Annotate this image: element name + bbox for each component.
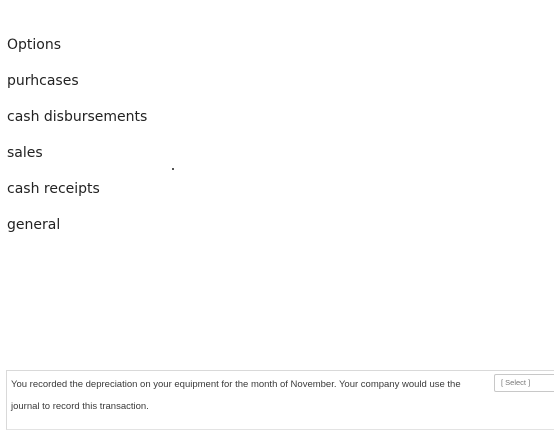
option-general: general [7, 217, 61, 233]
question-text-continued: journal to record this transaction. [11, 401, 149, 412]
option-purchases: purhcases [7, 73, 79, 89]
question-card: You recorded the depreciation on your eq… [6, 370, 554, 430]
option-cash-receipts: cash receipts [7, 181, 100, 197]
options-list: Options purhcases cash disbursements sal… [7, 27, 147, 243]
stray-dot [172, 168, 174, 170]
option-cash-disbursements: cash disbursements [7, 109, 148, 125]
journal-select-dropdown[interactable]: [ Select ] [494, 374, 554, 392]
options-heading: Options [7, 37, 62, 53]
question-text: You recorded the depreciation on your eq… [11, 379, 461, 390]
option-sales: sales [7, 145, 43, 161]
